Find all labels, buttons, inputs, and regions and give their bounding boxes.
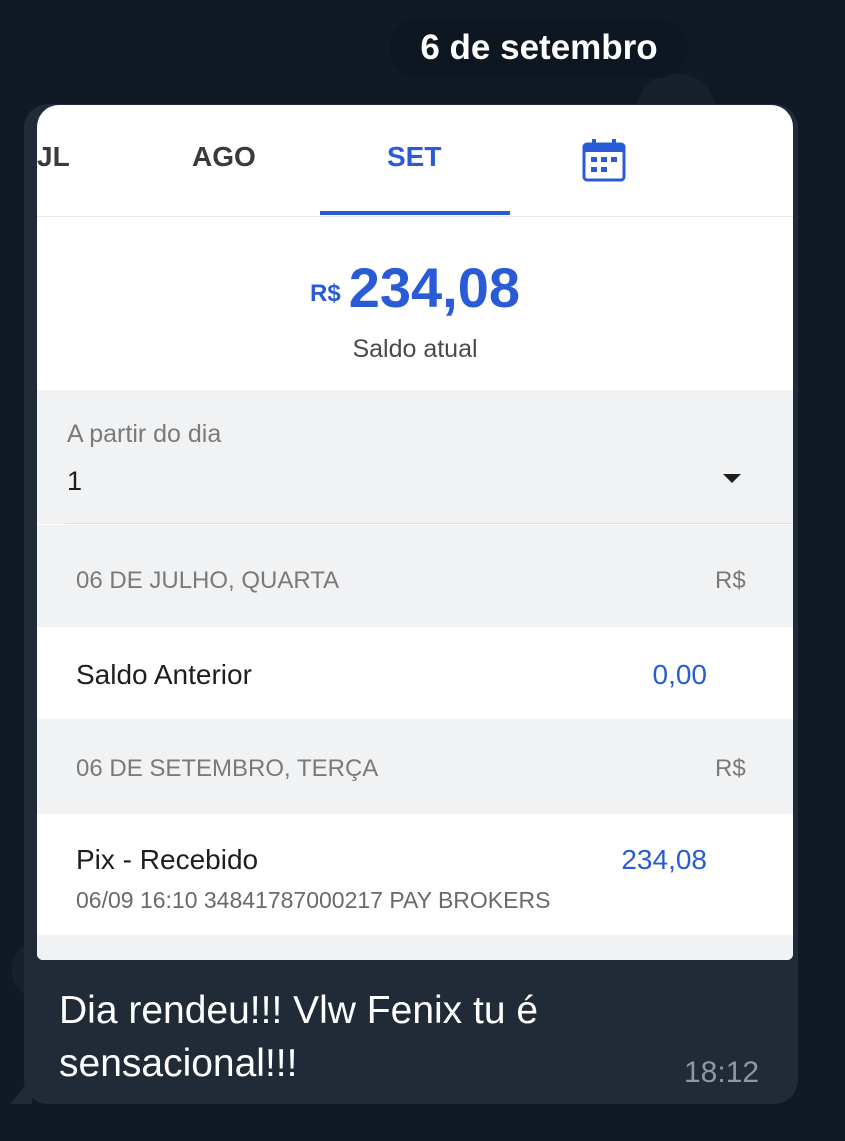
message-text: Dia rendeu!!! Vlw Fenix tu é sensacional… bbox=[59, 989, 539, 1085]
date-separator: 6 de setembro bbox=[390, 18, 688, 78]
attached-screenshot[interactable]: JL AGO SET R$ 234,08 Saldo atual A partir… bbox=[37, 105, 793, 960]
calendar-icon bbox=[582, 139, 626, 182]
date-group-header: 06 DE SETEMBRO, TERÇA R$ bbox=[37, 719, 793, 814]
group-date: 06 DE SETEMBRO, TERÇA bbox=[76, 755, 379, 782]
row-title: Pix - Recebido bbox=[76, 844, 259, 875]
month-tabs: JL AGO SET bbox=[37, 105, 793, 217]
row-detail: 06/09 16:10 34841787000217 PAY BROKERS bbox=[76, 887, 551, 913]
current-balance: R$ 234,08 bbox=[37, 255, 793, 320]
day-filter-value: 1 bbox=[67, 466, 83, 496]
balance-currency: R$ bbox=[310, 280, 341, 307]
tab-set: SET bbox=[387, 141, 442, 172]
day-filter: A partir do dia 1 bbox=[37, 390, 793, 524]
filter-divider bbox=[65, 523, 793, 524]
message-time: 18:12 bbox=[684, 1056, 760, 1089]
list-footer bbox=[37, 935, 793, 960]
day-filter-label: A partir do dia bbox=[67, 420, 222, 448]
date-group-header: 06 DE JULHO, QUARTA R$ bbox=[37, 525, 793, 627]
statement-row: Saldo Anterior 0,00 bbox=[37, 627, 793, 719]
bubble-tail bbox=[10, 1078, 32, 1104]
dropdown-caret-icon bbox=[723, 474, 741, 483]
row-value: 0,00 bbox=[652, 659, 708, 690]
group-currency: R$ bbox=[715, 755, 746, 782]
statement-row: Pix - Recebido 234,08 06/09 16:10 348417… bbox=[37, 814, 793, 935]
active-tab-indicator bbox=[320, 211, 510, 215]
row-value: 234,08 bbox=[621, 844, 707, 875]
balance-label: Saldo atual bbox=[352, 335, 478, 363]
row-title: Saldo Anterior bbox=[76, 659, 252, 690]
tab-jul: JL bbox=[37, 141, 70, 172]
group-currency: R$ bbox=[715, 567, 746, 594]
balance-amount: 234,08 bbox=[348, 256, 520, 319]
group-date: 06 DE JULHO, QUARTA bbox=[76, 567, 340, 594]
tab-ago: AGO bbox=[192, 141, 256, 172]
